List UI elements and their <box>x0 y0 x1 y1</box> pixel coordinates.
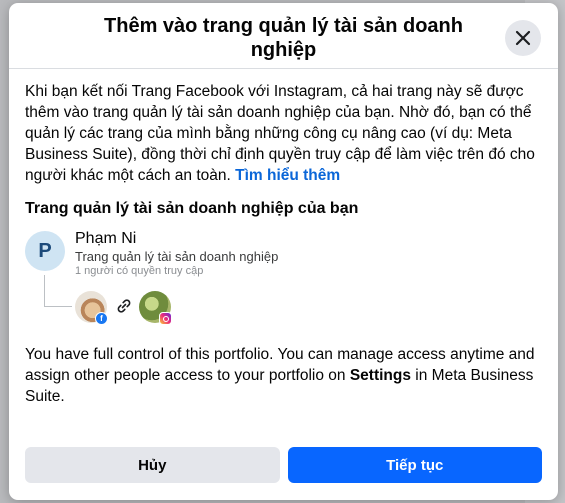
avatar: P <box>25 231 65 271</box>
dialog: Thêm vào trang quản lý tài sản doanh ngh… <box>9 3 558 500</box>
intro-text: Khi bạn kết nối Trang Facebook với Insta… <box>25 81 542 186</box>
dialog-body: Khi bạn kết nối Trang Facebook với Insta… <box>9 69 558 407</box>
dialog-title: Thêm vào trang quản lý tài sản doanh ngh… <box>104 15 463 61</box>
dialog-header: Thêm vào trang quản lý tài sản doanh ngh… <box>9 3 558 69</box>
section-title: Trang quản lý tài sản doanh nghiệp của b… <box>25 200 359 217</box>
tree-connector <box>44 275 72 307</box>
portfolio-name: Phạm Ni <box>75 230 137 247</box>
continue-button[interactable]: Tiếp tục <box>287 447 542 483</box>
close-button[interactable] <box>505 20 541 56</box>
settings-text: Settings <box>349 367 411 384</box>
facebook-badge-icon: f <box>95 312 108 325</box>
close-icon <box>515 30 531 46</box>
cancel-button[interactable]: Hủy <box>25 447 280 483</box>
learn-more-link[interactable]: Tìm hiểu thêm <box>235 167 340 184</box>
portfolio-card: P Phạm Ni Trang quản lý tài sản doanh ng… <box>25 227 542 339</box>
portfolio-access-count: 1 người có quyền truy cập <box>75 265 204 277</box>
instagram-badge-icon <box>159 312 172 325</box>
link-icon <box>117 299 131 313</box>
control-info-text: You have full control of this portfolio.… <box>25 344 542 407</box>
portfolio-type: Trang quản lý tài sản doanh nghiệp <box>75 249 279 264</box>
dialog-actions: Hủy Tiếp tục <box>25 447 542 483</box>
